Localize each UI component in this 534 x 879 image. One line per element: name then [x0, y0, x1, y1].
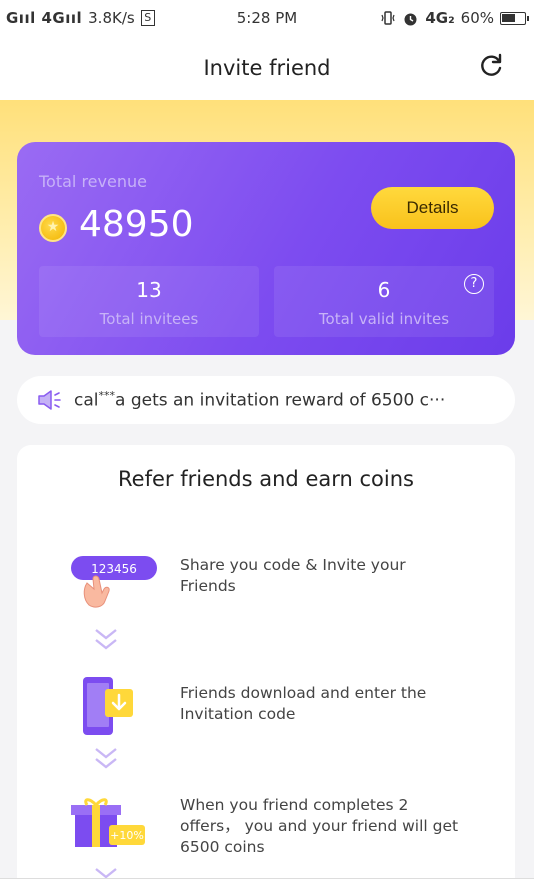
gift-icon: +10%	[71, 798, 145, 847]
chevron-down-icon	[92, 745, 120, 775]
stat-caption: Total valid invites	[318, 310, 450, 328]
revenue-card: Total revenue 48950 Details 13 Total inv…	[17, 142, 515, 355]
step-line: Friends download and enter the	[180, 684, 427, 702]
stat-caption: Total invitees	[99, 310, 199, 328]
stat-value: 13	[136, 278, 162, 302]
step-line: Friends	[180, 577, 236, 595]
stat-total-invitees: 13 Total invitees	[39, 266, 259, 337]
announcement-message: a gets an invitation reward of 6500 c···	[115, 390, 446, 411]
refresh-icon[interactable]	[478, 53, 504, 79]
refer-title: Refer friends and earn coins	[118, 467, 414, 491]
app-header: Invite friend	[0, 36, 534, 100]
vibrate-icon	[381, 11, 395, 25]
announcement-name: cal	[74, 390, 99, 411]
help-icon[interactable]: ?	[464, 274, 484, 294]
status-bar: Gııl 4Gııl 3.8K/s S 5:28 PM 4G₂ 60%	[0, 0, 534, 36]
download-phone-icon	[83, 677, 133, 735]
page-title: Invite friend	[203, 56, 331, 80]
name-mask: ***	[98, 389, 116, 402]
status-right: 4G₂ 60%	[380, 9, 529, 27]
share-code-icon: 123456	[71, 556, 157, 608]
speaker-icon	[38, 390, 61, 410]
step-line: Share you code & Invite your	[180, 556, 406, 574]
alarm-icon	[404, 13, 417, 25]
announcement-text: cal***a gets an invitation reward of 650…	[74, 389, 445, 411]
step-line: 6500 coins	[180, 838, 265, 856]
network-type: 4G₂	[425, 9, 455, 27]
step-line: offers， you and your friend will get	[180, 817, 459, 835]
details-button[interactable]: Details	[371, 187, 494, 229]
step-line: Invitation code	[180, 705, 296, 723]
coin-icon	[39, 214, 67, 242]
chevron-down-icon	[92, 865, 120, 879]
battery-fill	[502, 13, 515, 22]
step-text: When you friend completes 2 offers， you …	[180, 795, 500, 858]
step-text: Share you code & Invite your Friends	[180, 555, 500, 597]
reward-announcement: cal***a gets an invitation reward of 650…	[17, 376, 515, 424]
step-line: When you friend completes 2	[180, 796, 409, 814]
total-revenue-label: Total revenue	[39, 172, 147, 191]
battery-percent: 60%	[460, 9, 494, 27]
total-revenue-amount: 48950	[79, 204, 194, 245]
stat-total-valid-invites: 6 Total valid invites ?	[274, 266, 494, 337]
bonus-badge: +10%	[110, 829, 144, 842]
stat-value: 6	[377, 278, 391, 302]
refer-card: Refer friends and earn coins 123456 Shar…	[17, 445, 515, 879]
chevron-down-icon	[92, 626, 120, 656]
battery-icon	[500, 11, 529, 25]
step-text: Friends download and enter the Invitatio…	[180, 683, 500, 725]
code-sample: 123456	[91, 562, 137, 576]
